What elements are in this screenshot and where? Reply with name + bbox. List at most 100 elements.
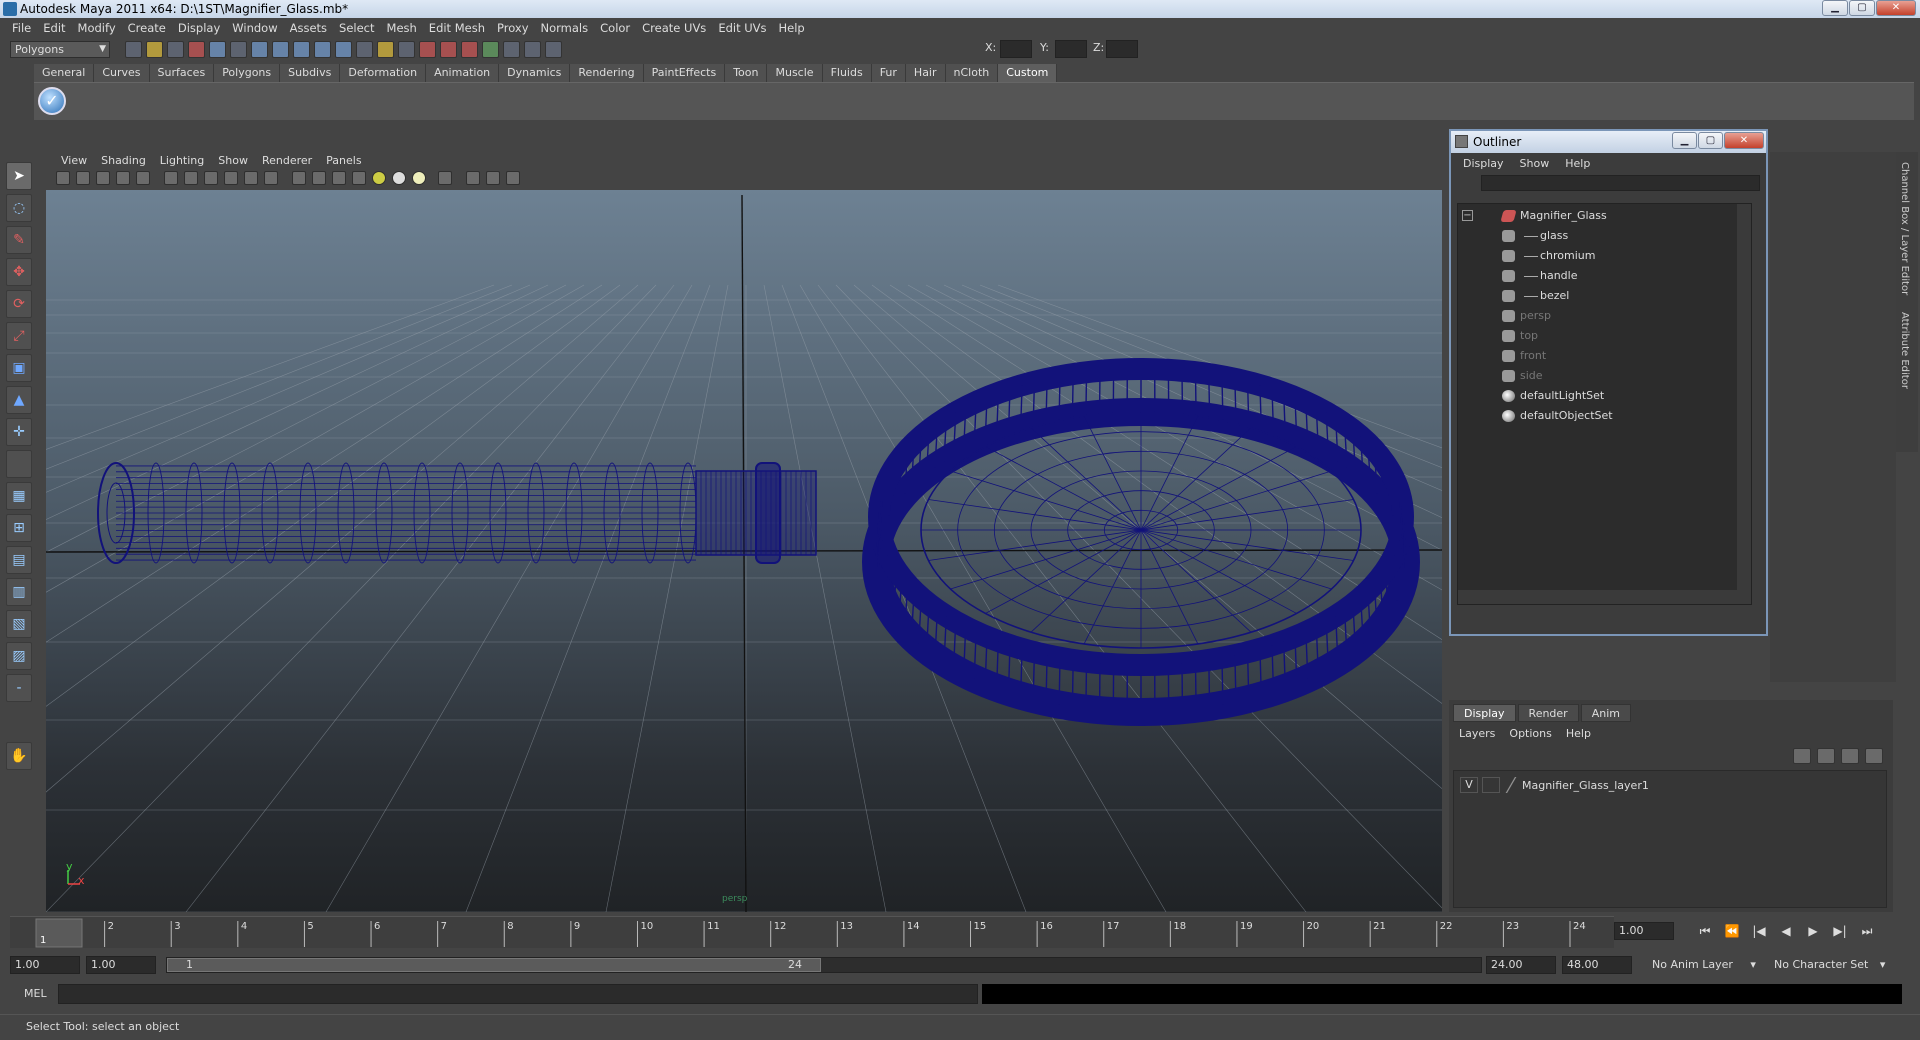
menu-create-uvs[interactable]: Create UVs	[636, 18, 712, 38]
make-live-icon[interactable]	[335, 41, 352, 58]
soft-modification-icon[interactable]: ▲	[6, 386, 32, 414]
move-tool-icon[interactable]: ✥	[6, 258, 32, 286]
create-empty-layer-icon[interactable]	[1841, 748, 1859, 764]
new-scene-icon[interactable]	[125, 41, 142, 58]
perspective-viewport[interactable]: y x persp	[46, 190, 1442, 912]
shelf-tab-painteffects[interactable]: PaintEffects	[643, 64, 726, 82]
snap-grid-icon[interactable]	[251, 41, 268, 58]
layer-menu-layers[interactable]: Layers	[1459, 727, 1495, 740]
layer-row[interactable]: V Magnifier_Glass_layer1	[1460, 777, 1649, 793]
menu-window[interactable]: Window	[226, 18, 283, 38]
save-scene-icon[interactable]	[167, 41, 184, 58]
xray-joints-icon[interactable]	[486, 171, 500, 185]
layer-menu-options[interactable]: Options	[1509, 727, 1551, 740]
outliner-maximize-button[interactable]: ▢	[1698, 132, 1723, 149]
menu-color[interactable]: Color	[594, 18, 636, 38]
layer-tab-display[interactable]: Display	[1453, 704, 1516, 722]
menu-normals[interactable]: Normals	[535, 18, 595, 38]
viewport-menu-renderer[interactable]: Renderer	[255, 154, 319, 167]
outliner-filter-field[interactable]	[1481, 175, 1760, 191]
resolution-gate-icon[interactable]	[204, 171, 218, 185]
default-lights-icon[interactable]	[372, 171, 386, 185]
anim-layer-dropdown[interactable]: No Anim Layer ▾	[1652, 956, 1756, 974]
animation-start-field[interactable]: 1.00	[10, 956, 80, 974]
go-to-end-icon[interactable]: ⏭	[1858, 922, 1876, 940]
select-hierarchy-icon[interactable]	[188, 41, 205, 58]
menu-select[interactable]: Select	[333, 18, 380, 38]
collapse-toggle-icon[interactable]: −	[1462, 210, 1473, 221]
select-tool-icon[interactable]: ➤	[6, 162, 32, 190]
input-line-icon[interactable]	[482, 41, 499, 58]
shelf-tab-muscle[interactable]: Muscle	[767, 64, 823, 82]
smooth-shade-icon[interactable]	[312, 171, 326, 185]
outliner-menu-display[interactable]: Display	[1455, 157, 1512, 170]
shelf-tab-subdivs[interactable]: Subdivs	[280, 64, 341, 82]
wireframe-on-shaded-icon[interactable]	[332, 171, 346, 185]
menu-modify[interactable]: Modify	[72, 18, 122, 38]
layer-menu-help[interactable]: Help	[1566, 727, 1591, 740]
shelf-tab-dynamics[interactable]: Dynamics	[499, 64, 571, 82]
persp-outliner-layout-icon[interactable]: ▤	[6, 546, 32, 574]
menu-display[interactable]: Display	[172, 18, 226, 38]
outliner-item-persp[interactable]: persp	[1458, 306, 1738, 326]
menu-mesh[interactable]: Mesh	[381, 18, 423, 38]
construction-history-icon[interactable]	[377, 41, 394, 58]
persp-graph-layout-icon[interactable]: ▥	[6, 578, 32, 606]
viewport-menu-view[interactable]: View	[54, 154, 94, 167]
move-layer-down-icon[interactable]	[1817, 748, 1835, 764]
go-to-start-icon[interactable]: ⏮	[1696, 922, 1714, 940]
checkmark-icon[interactable]: ✓	[38, 87, 66, 115]
menu-proxy[interactable]: Proxy	[491, 18, 535, 38]
outliner-item-defaultlightset[interactable]: defaultLightSet	[1458, 386, 1738, 406]
shelf-tab-toon[interactable]: Toon	[725, 64, 768, 82]
script-language-toggle[interactable]: MEL	[24, 987, 47, 1000]
layer-visibility-toggle[interactable]: V	[1460, 777, 1478, 793]
outliner-item-handle[interactable]: handle	[1458, 266, 1738, 286]
outliner-minimize-button[interactable]: ▁	[1672, 132, 1697, 149]
layer-color-swatch[interactable]	[1504, 777, 1518, 793]
paint-select-tool-icon[interactable]: ✎	[6, 226, 32, 254]
single-perspective-layout-icon[interactable]: ▦	[6, 482, 32, 510]
y-field[interactable]	[1055, 40, 1087, 58]
hypershade-icon[interactable]	[461, 41, 478, 58]
current-frame-field[interactable]: 1.00	[1614, 922, 1674, 940]
viewport-menu-panels[interactable]: Panels	[319, 154, 368, 167]
show-manipulator-icon[interactable]: ✛	[6, 418, 32, 446]
shelf-tab-animation[interactable]: Animation	[426, 64, 500, 82]
x-field[interactable]	[1000, 40, 1032, 58]
range-slider-handle[interactable]: 1 24	[167, 958, 821, 972]
menu-set-select[interactable]: Polygons ▼	[10, 41, 110, 58]
shelf-tab-surfaces[interactable]: Surfaces	[149, 64, 215, 82]
menu-edit-uvs[interactable]: Edit UVs	[712, 18, 772, 38]
animation-end-field[interactable]: 48.00	[1562, 956, 1632, 974]
outliner-menu-show[interactable]: Show	[1512, 157, 1558, 170]
menu-help[interactable]: Help	[773, 18, 811, 38]
menu-edit[interactable]: Edit	[37, 18, 71, 38]
shelf-tab-deformation[interactable]: Deformation	[340, 64, 427, 82]
outliner-vertical-scrollbar[interactable]	[1737, 204, 1751, 604]
xray-icon[interactable]	[466, 171, 480, 185]
menu-file[interactable]: File	[6, 18, 37, 38]
render-frame-icon[interactable]	[398, 41, 415, 58]
outliner-item-chromium[interactable]: chromium	[1458, 246, 1738, 266]
outliner-menu-help[interactable]: Help	[1557, 157, 1598, 170]
outliner-item-top[interactable]: top	[1458, 326, 1738, 346]
persp-hypershade-layout-icon[interactable]: ▧	[6, 610, 32, 638]
viewport-menu-shading[interactable]: Shading	[94, 154, 153, 167]
last-tool-icon[interactable]	[6, 450, 32, 478]
snap-point-icon[interactable]	[293, 41, 310, 58]
close-button[interactable]: ✕	[1876, 0, 1916, 16]
layer-tab-render[interactable]: Render	[1517, 704, 1579, 722]
outliner-item-defaultobjectset[interactable]: defaultObjectSet	[1458, 406, 1738, 426]
character-set-dropdown[interactable]: No Character Set ▾	[1774, 956, 1885, 974]
channel-box-tab[interactable]: Channel Box / Layer Editor	[1899, 162, 1910, 295]
two-d-pan-zoom-icon[interactable]	[136, 171, 150, 185]
menu-edit-mesh[interactable]: Edit Mesh	[423, 18, 491, 38]
layer-tab-anim[interactable]: Anim	[1580, 704, 1631, 722]
shadows-icon[interactable]	[412, 171, 426, 185]
show-channel-box-icon[interactable]	[545, 41, 562, 58]
outliner-item-glass[interactable]: glass	[1458, 226, 1738, 246]
snap-plane-icon[interactable]	[314, 41, 331, 58]
attribute-editor-tab[interactable]: Attribute Editor	[1899, 312, 1910, 389]
rotate-tool-icon[interactable]: ⟳	[6, 290, 32, 318]
